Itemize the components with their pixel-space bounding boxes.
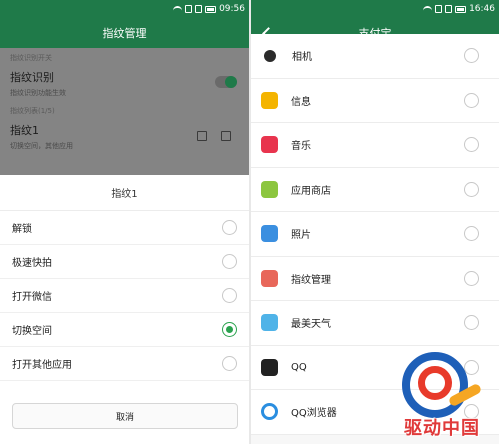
status-bar-left: 09:56 (0, 0, 249, 18)
sim-icon (435, 5, 443, 13)
battery-icon (205, 5, 217, 13)
sheet-option-label: 切换空间 (12, 326, 52, 337)
sheet-title: 指纹1 (0, 175, 249, 211)
radio-button[interactable] (464, 92, 479, 108)
radio-button[interactable] (464, 226, 479, 241)
sim2-icon (445, 5, 453, 13)
music-icon (261, 136, 278, 154)
sheet-option[interactable]: 打开微信 (0, 279, 249, 313)
photos-icon (261, 225, 278, 243)
app-label: 音乐 (291, 141, 311, 153)
radio-button[interactable] (222, 288, 237, 303)
wifi-icon (173, 6, 183, 12)
radio-button[interactable] (464, 315, 479, 330)
weather-icon (261, 314, 278, 332)
camera-icon (264, 49, 276, 62)
app-label: QQ浏览器 (291, 408, 337, 420)
app-list-item[interactable]: 照片 (251, 212, 499, 257)
qq-browser-icon (261, 403, 278, 421)
fingerprint-recognition-subtitle: 指纹识别功能生效 (10, 89, 66, 97)
app-list-item[interactable]: 音乐 (251, 123, 499, 168)
radio-button[interactable] (222, 322, 237, 337)
section-header-switch: 指纹识别开关 (10, 54, 52, 62)
radio-button[interactable] (222, 220, 237, 235)
cancel-button[interactable]: 取消 (12, 403, 238, 429)
radio-button[interactable] (464, 270, 479, 286)
fingerprint-recognition-row: 指纹识别 指纹识别功能生效 (0, 63, 249, 101)
fingerprint-recognition-title: 指纹识别 (10, 71, 54, 84)
store-icon (261, 180, 278, 198)
app-list-item[interactable]: 相机 (251, 34, 499, 79)
app-label: 应用商店 (291, 185, 331, 197)
qq-icon (261, 358, 278, 376)
app-label: QQ (291, 361, 307, 373)
logo-inner-ring (418, 366, 452, 400)
sheet-option-label: 极速快拍 (12, 258, 52, 269)
watermark-text: 驱动中国 (404, 418, 480, 439)
page-title: 指纹管理 (102, 27, 147, 40)
sim-icon (185, 5, 193, 13)
radio-button[interactable] (222, 356, 237, 371)
sheet-option-label: 解锁 (12, 224, 32, 235)
fingerprint-item-row: 指纹1 切换空间，其他应用 (0, 116, 249, 154)
app-label: 最美天气 (291, 319, 331, 331)
radio-button[interactable] (464, 181, 479, 197)
fingerprint-item-subtitle: 切换空间，其他应用 (10, 142, 73, 150)
sheet-option-label: 打开其他应用 (12, 360, 72, 371)
option-list: 解锁极速快拍打开微信切换空间打开其他应用 (0, 211, 249, 381)
sheet-option[interactable]: 极速快拍 (0, 245, 249, 279)
dimmed-settings-background: 指纹识别开关 指纹识别 指纹识别功能生效 指纹列表(1/5) 指纹1 切换空间，… (0, 48, 249, 176)
section-header-list: 指纹列表(1/5) (10, 107, 55, 115)
message-icon (261, 91, 278, 109)
app-label: 指纹管理 (291, 274, 331, 286)
delete-icon (221, 131, 231, 141)
status-time: 09:56 (219, 4, 245, 14)
radio-button[interactable] (464, 48, 479, 63)
page-title-bar: 指纹管理 (0, 18, 249, 48)
wifi-icon (423, 6, 433, 12)
app-list-item[interactable]: 最美天气 (251, 301, 499, 346)
app-label: 信息 (291, 96, 311, 108)
status-bar-right: 16:46 (251, 0, 499, 18)
fingerprint-icon (261, 269, 278, 287)
app-label: 照片 (291, 230, 311, 242)
fingerprint-action-sheet: 指纹1 解锁极速快拍打开微信切换空间打开其他应用 取消 (0, 175, 249, 444)
sheet-option[interactable]: 解锁 (0, 211, 249, 245)
sheet-option[interactable]: 切换空间 (0, 313, 249, 347)
watermark-logo: 驱动中国 (388, 352, 496, 440)
sheet-option-label: 打开微信 (12, 292, 52, 303)
fingerprint-toggle (215, 76, 237, 88)
app-list-item[interactable]: 指纹管理 (251, 256, 499, 301)
app-list-item[interactable]: 应用商店 (251, 167, 499, 212)
sim2-icon (195, 5, 203, 13)
radio-button[interactable] (222, 254, 237, 269)
radio-button[interactable] (464, 137, 479, 152)
battery-icon (455, 5, 467, 13)
fingerprint-settings-screen: 09:56 指纹管理 指纹识别开关 指纹识别 指纹识别功能生效 指纹列表(1/5… (0, 0, 249, 444)
app-list-item[interactable]: 信息 (251, 78, 499, 123)
app-label: 相机 (292, 52, 312, 64)
sheet-option[interactable]: 打开其他应用 (0, 347, 249, 381)
edit-icon (197, 131, 207, 141)
status-time: 16:46 (469, 4, 495, 14)
